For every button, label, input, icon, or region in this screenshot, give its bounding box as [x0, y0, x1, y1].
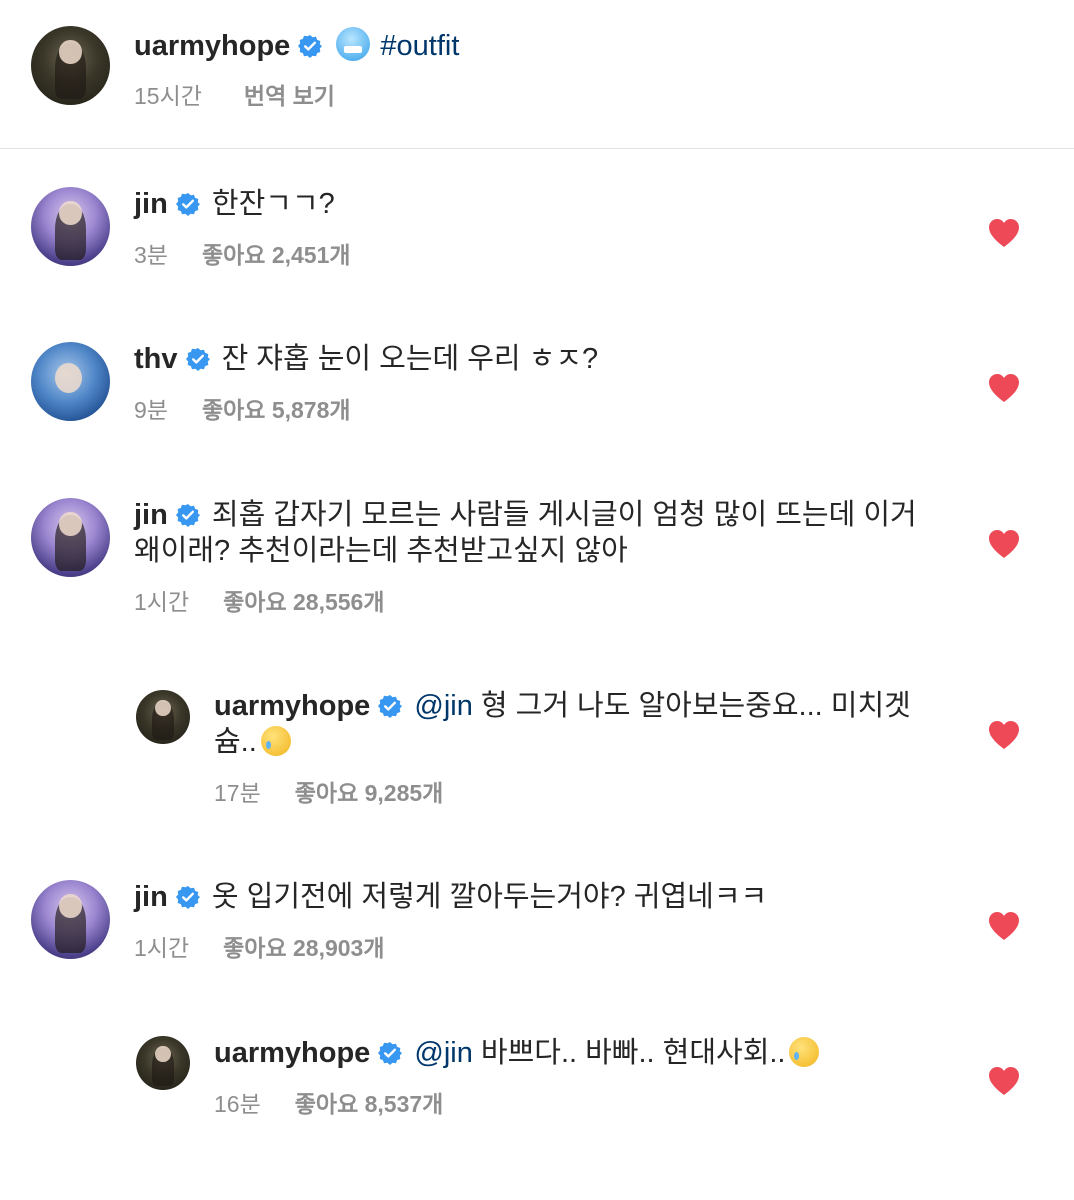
avatar[interactable]: [136, 690, 190, 744]
verified-icon: [176, 885, 200, 909]
likes-count[interactable]: 좋아요 5,878개: [202, 397, 351, 423]
verified-icon: [186, 347, 210, 371]
cold-face-emoji-icon: [336, 27, 371, 61]
likes-count[interactable]: 좋아요 9,285개: [295, 780, 444, 806]
comment-meta: 1시간 좋아요 28,903개: [134, 934, 385, 962]
comment-text: 슘..: [214, 726, 257, 758]
post-meta: 15시간 번역 보기: [134, 82, 335, 110]
verified-icon: [176, 192, 200, 216]
username[interactable]: jin: [134, 499, 168, 531]
avatar[interactable]: [31, 880, 110, 959]
comment-text: 바쁘다.. 바빠.. 현대사회..: [480, 1037, 786, 1069]
verified-icon: [378, 1041, 402, 1065]
crying-face-icon: [260, 726, 291, 756]
likes-count[interactable]: 좋아요 28,556개: [223, 589, 384, 615]
comment-body: jin 한잔ㄱㄱ?: [134, 186, 335, 222]
comment-meta: 1시간 좋아요 28,556개: [134, 588, 385, 616]
comment-text: 옷 입기전에 저렇게 깔아두는거야? 귀엽네ㅋㅋ: [211, 881, 768, 913]
verified-icon: [176, 503, 200, 527]
username[interactable]: thv: [134, 343, 178, 375]
timestamp: 9분: [134, 397, 168, 423]
likes-count[interactable]: 좋아요 8,537개: [295, 1091, 444, 1117]
divider: [0, 148, 1074, 149]
avatar[interactable]: [136, 1036, 190, 1090]
avatar[interactable]: [31, 342, 110, 421]
comment-text: 잔 쟈홉 눈이 오는데 우리 ㅎㅈ?: [221, 343, 599, 375]
username[interactable]: jin: [134, 881, 168, 913]
comment-body: uarmyhope @jin 형 그거 나도 알아보는중요... 미치겟: [214, 688, 911, 724]
heart-icon[interactable]: [988, 911, 1020, 941]
timestamp: 15시간: [134, 83, 202, 109]
crying-face-icon: [789, 1037, 820, 1067]
mention-link[interactable]: @jin: [414, 690, 472, 722]
comment-meta: 9분 좋아요 5,878개: [134, 396, 351, 424]
comment-text: 한잔ㄱㄱ?: [211, 188, 335, 220]
comment-text: 죄홉 갑자기 모르는 사람들 게시글이 엄청 많이 뜨는데 이거: [211, 499, 917, 531]
heart-icon[interactable]: [988, 529, 1020, 559]
timestamp: 17분: [214, 780, 261, 806]
likes-count[interactable]: 좋아요 28,903개: [223, 935, 384, 961]
avatar[interactable]: [31, 26, 110, 105]
timestamp: 1시간: [134, 935, 190, 961]
heart-icon[interactable]: [988, 720, 1020, 750]
avatar[interactable]: [31, 498, 110, 577]
heart-icon[interactable]: [988, 373, 1020, 403]
username[interactable]: uarmyhope: [214, 1037, 370, 1069]
verified-icon: [378, 694, 402, 718]
timestamp: 1시간: [134, 589, 190, 615]
timestamp: 3분: [134, 242, 168, 268]
comment-text-line2: 왜이래? 추천이라는데 추천받고싶지 않아: [134, 535, 628, 567]
post-caption: uarmyhope #outfit: [134, 27, 459, 64]
verified-icon: [298, 34, 322, 58]
heart-icon[interactable]: [988, 218, 1020, 248]
comment-body: uarmyhope @jin 바쁘다.. 바빠.. 현대사회..: [214, 1035, 820, 1071]
username[interactable]: uarmyhope: [214, 690, 370, 722]
translate-button[interactable]: 번역 보기: [244, 83, 335, 109]
likes-count[interactable]: 좋아요 2,451개: [202, 242, 351, 268]
hashtag-link[interactable]: #outfit: [380, 30, 459, 62]
heart-icon[interactable]: [988, 1066, 1020, 1096]
comment-body: jin 옷 입기전에 저렇게 깔아두는거야? 귀엽네ㅋㅋ: [134, 879, 767, 915]
comment-body: thv 잔 쟈홉 눈이 오는데 우리 ㅎㅈ?: [134, 341, 598, 377]
comment-meta: 3분 좋아요 2,451개: [134, 241, 351, 269]
username[interactable]: uarmyhope: [134, 30, 290, 62]
comment-body: jin 죄홉 갑자기 모르는 사람들 게시글이 엄청 많이 뜨는데 이거: [134, 497, 917, 533]
timestamp: 16분: [214, 1091, 261, 1117]
comment-meta: 16분 좋아요 8,537개: [214, 1090, 443, 1118]
comment-text-line2: 슘..: [214, 724, 291, 760]
username[interactable]: jin: [134, 188, 168, 220]
comment-text: 형 그거 나도 알아보는중요... 미치겟: [480, 690, 911, 722]
avatar[interactable]: [31, 187, 110, 266]
mention-link[interactable]: @jin: [414, 1037, 472, 1069]
comment-meta: 17분 좋아요 9,285개: [214, 779, 443, 807]
